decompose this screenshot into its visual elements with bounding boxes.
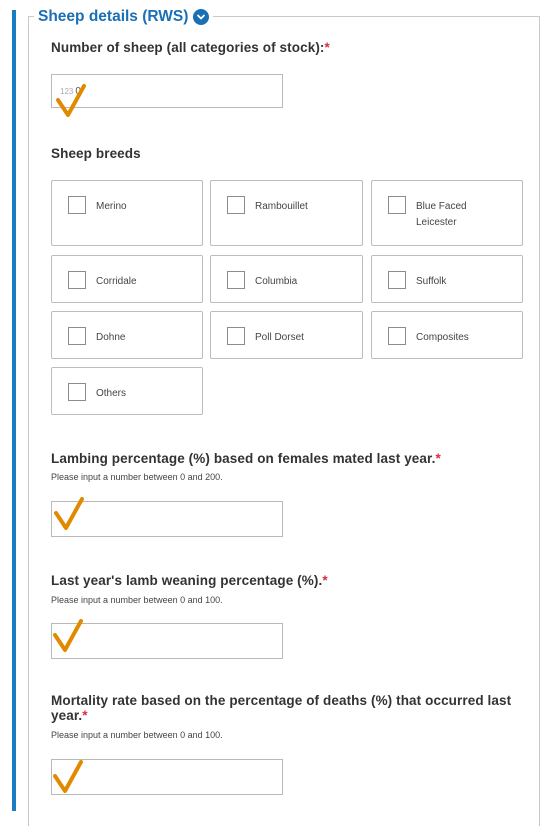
breed-option-poll-dorset[interactable]: Poll Dorset xyxy=(210,311,363,359)
sheep-count-input[interactable]: 123 0 xyxy=(51,74,283,108)
checkbox[interactable] xyxy=(227,271,245,289)
section-title: Sheep details (RWS) xyxy=(38,8,189,25)
breed-option-corridale[interactable]: Corridale xyxy=(51,255,203,303)
checkbox[interactable] xyxy=(68,327,86,345)
breed-option-composites[interactable]: Composites xyxy=(371,311,523,359)
weaning-label: Last year's lamb weaning percentage (%).… xyxy=(51,573,328,588)
weaning-hint: Please input a number between 0 and 100. xyxy=(51,595,223,605)
chevron-down-icon[interactable] xyxy=(193,9,210,25)
required-marker: * xyxy=(322,573,328,588)
breed-option-rambouillet[interactable]: Rambouillet xyxy=(210,180,363,246)
checkbox[interactable] xyxy=(68,196,86,214)
breed-option-suffolk[interactable]: Suffolk xyxy=(371,255,523,303)
mortality-hint: Please input a number between 0 and 100. xyxy=(51,730,223,740)
weaning-input[interactable] xyxy=(51,623,283,659)
checkbox[interactable] xyxy=(388,271,406,289)
lambing-input[interactable] xyxy=(51,501,283,537)
breed-option-merino[interactable]: Merino xyxy=(51,180,203,246)
lambing-hint: Please input a number between 0 and 200. xyxy=(51,472,223,482)
breed-option-columbia[interactable]: Columbia xyxy=(210,255,363,303)
sheep-count-label: Number of sheep (all categories of stock… xyxy=(51,40,330,55)
required-marker: * xyxy=(82,708,88,723)
number-type-icon: 123 xyxy=(60,86,74,96)
sheep-count-value: 0 xyxy=(75,85,81,97)
checkbox[interactable] xyxy=(68,383,86,401)
section-header[interactable]: Sheep details (RWS) xyxy=(34,6,214,28)
breed-option-others[interactable]: Others xyxy=(51,367,203,415)
mortality-input[interactable] xyxy=(51,759,283,795)
checkbox[interactable] xyxy=(68,271,86,289)
checkbox[interactable] xyxy=(388,196,406,214)
breed-option-dohne[interactable]: Dohne xyxy=(51,311,203,359)
mortality-label: Mortality rate based on the percentage o… xyxy=(51,693,512,723)
sheep-breeds-label: Sheep breeds xyxy=(51,146,141,161)
checkbox[interactable] xyxy=(227,327,245,345)
breed-option-blue-faced-leicester[interactable]: Blue Faced Leicester xyxy=(371,180,523,246)
checkbox[interactable] xyxy=(227,196,245,214)
required-marker: * xyxy=(435,451,441,466)
section-accent-bar xyxy=(12,10,16,811)
checkbox[interactable] xyxy=(388,327,406,345)
required-marker: * xyxy=(324,40,330,55)
lambing-label: Lambing percentage (%) based on females … xyxy=(51,451,441,466)
